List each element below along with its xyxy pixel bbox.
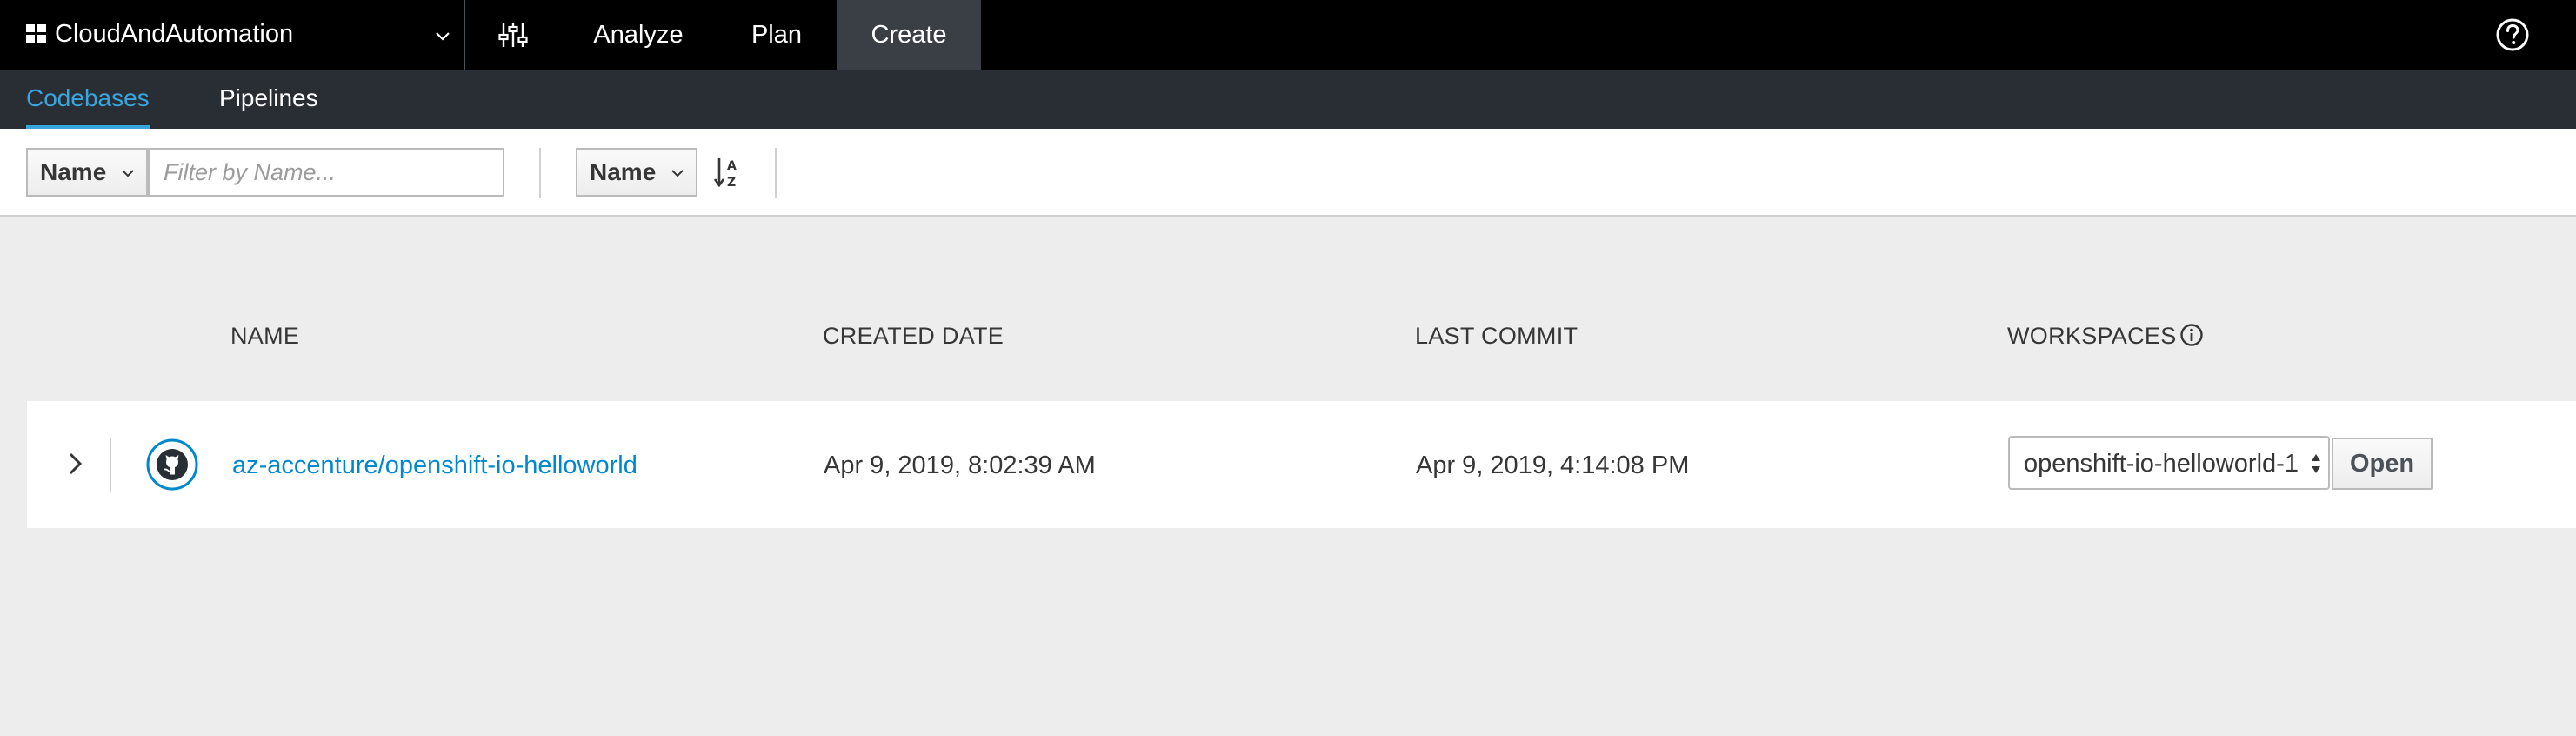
space-name: CloudAndAutomation <box>55 20 294 48</box>
column-header-workspaces[interactable]: WORKSPACES <box>2007 320 2177 351</box>
chevron-down-icon <box>436 32 450 41</box>
column-header-name[interactable]: NAME <box>230 320 299 351</box>
column-header-last-commit[interactable]: LAST COMMIT <box>1415 320 1578 351</box>
sort-alpha-asc-icon[interactable]: A Z <box>713 155 744 190</box>
nav-create[interactable]: Create <box>837 0 981 70</box>
tab-pipelines[interactable]: Pipelines <box>219 70 318 129</box>
nav-analyze[interactable]: Analyze <box>572 0 704 70</box>
svg-text:Z: Z <box>727 176 736 190</box>
space-switcher[interactable]: CloudAndAutomation <box>0 0 465 70</box>
tab-codebases-label: Codebases <box>26 84 150 111</box>
filter-field-label: Name <box>40 158 107 185</box>
tab-codebases[interactable]: Codebases <box>26 70 150 129</box>
table-row: az-accenture/openshift-io-helloworld Apr… <box>27 401 2576 528</box>
chevron-right-icon[interactable] <box>62 445 88 482</box>
chevron-down-icon <box>122 170 134 177</box>
sort-field-label: Name <box>590 158 657 185</box>
select-arrows-icon <box>2312 454 2320 473</box>
chevron-down-icon <box>671 170 684 177</box>
workspace-select[interactable]: openshift-io-helloworld-1 <box>2008 436 2330 490</box>
filter-field-dropdown[interactable]: Name <box>26 148 148 197</box>
workspace-select-value: openshift-io-helloworld-1 <box>2024 450 2299 478</box>
grid-icon <box>26 24 46 43</box>
row-divider <box>110 438 111 492</box>
tab-pipelines-label: Pipelines <box>219 84 318 111</box>
secondary-tabs: Codebases Pipelines <box>0 70 2576 129</box>
github-icon <box>146 438 198 491</box>
codebase-repo-link[interactable]: az-accenture/openshift-io-helloworld <box>232 448 637 483</box>
info-circle-icon[interactable] <box>2179 322 2205 348</box>
filter-name-input[interactable] <box>148 148 504 197</box>
toolbar-divider <box>539 148 541 198</box>
last-commit-cell: Apr 9, 2019, 4:14:08 PM <box>1416 452 1690 479</box>
toolbar-divider <box>775 148 777 198</box>
column-header-created-date[interactable]: CREATED DATE <box>823 320 1004 351</box>
top-navbar: CloudAndAutomation Analyze Plan Create <box>0 0 2576 70</box>
nav-plan[interactable]: Plan <box>729 0 824 70</box>
sliders-icon[interactable] <box>496 17 531 52</box>
sort-field-dropdown[interactable]: Name <box>576 148 697 197</box>
svg-text:A: A <box>727 159 737 173</box>
created-date-cell: Apr 9, 2019, 8:02:39 AM <box>824 452 1096 479</box>
question-circle-icon[interactable] <box>2494 17 2531 53</box>
open-workspace-button[interactable]: Open <box>2332 438 2433 490</box>
filter-toolbar: Name Name A Z <box>0 129 2576 217</box>
